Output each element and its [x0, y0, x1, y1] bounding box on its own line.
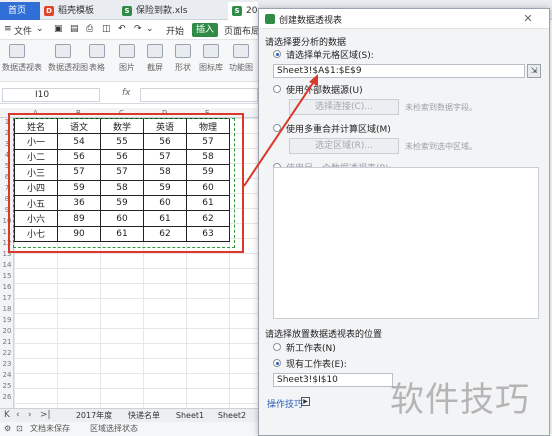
annotation-arrow: [243, 74, 318, 187]
watermark: 软件技巧: [390, 380, 530, 420]
